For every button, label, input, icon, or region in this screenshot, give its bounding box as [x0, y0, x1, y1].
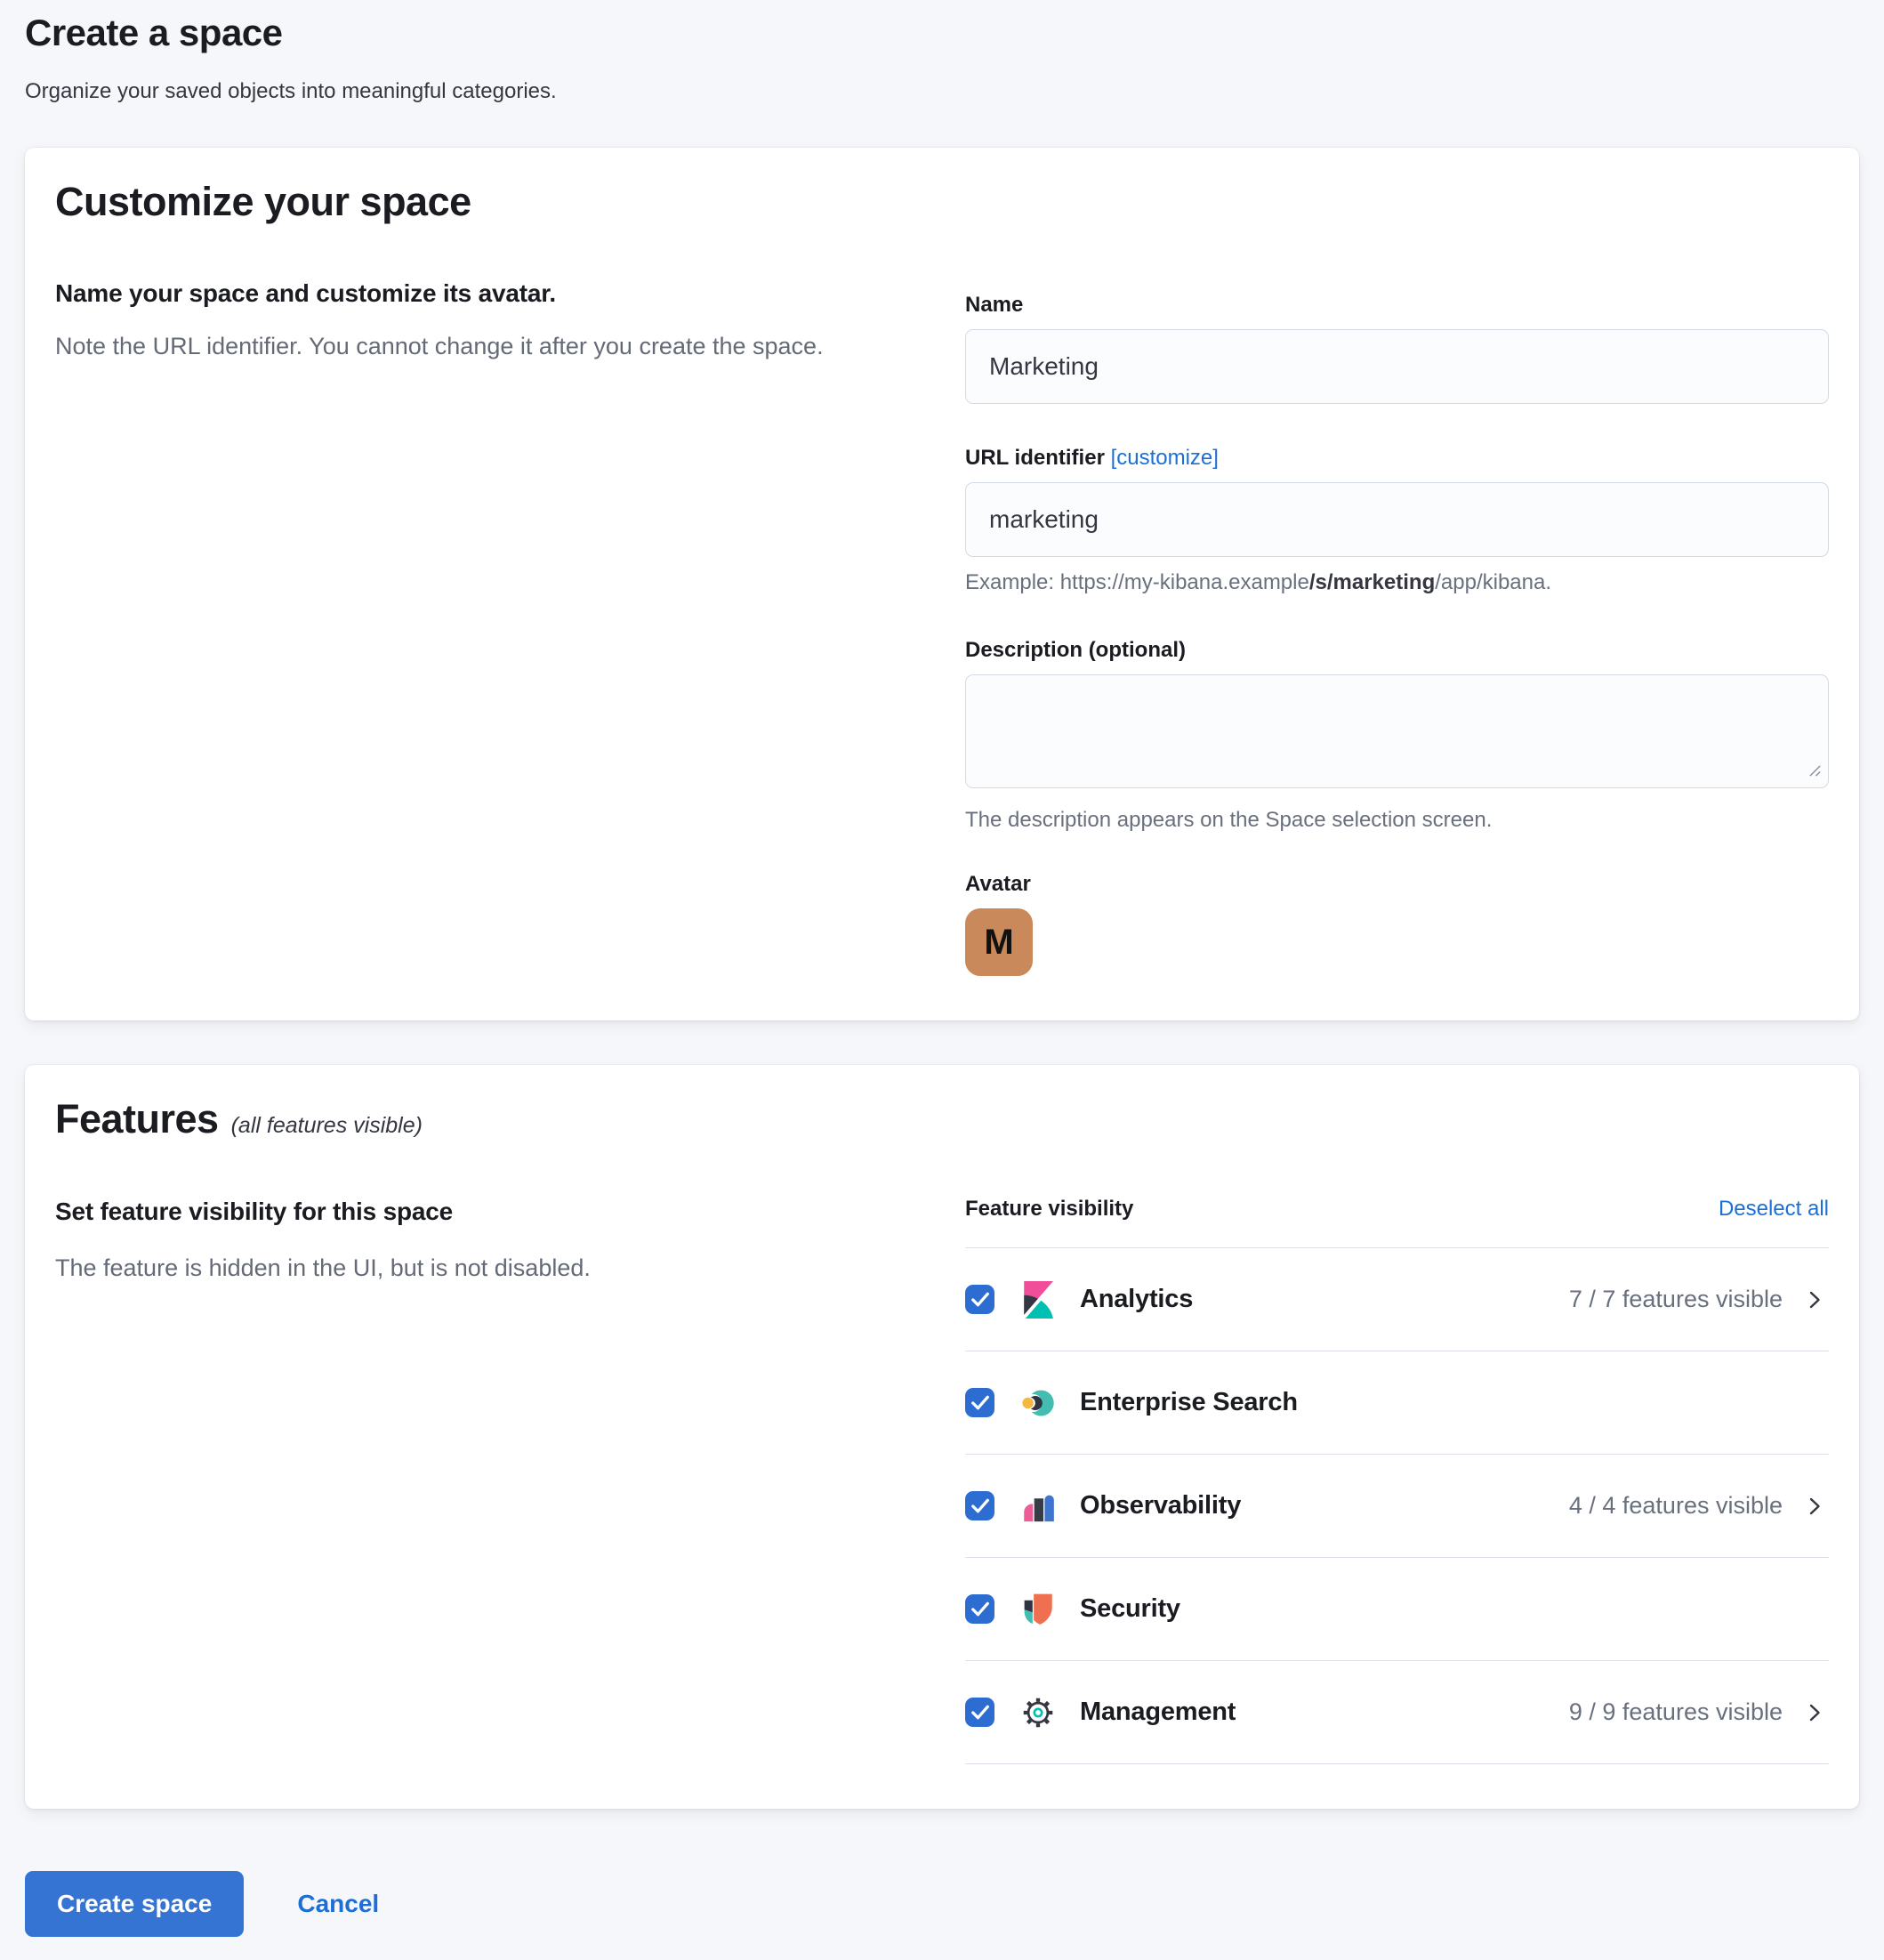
url-identifier-label: URL identifier: [965, 446, 1105, 470]
description-textarea[interactable]: [965, 674, 1829, 788]
check-icon: [965, 1285, 994, 1314]
deselect-all-link[interactable]: Deselect all: [1719, 1196, 1829, 1222]
enterprise-search-logo-icon: [1019, 1384, 1057, 1422]
page-title: Create a space: [25, 11, 1859, 55]
cancel-link[interactable]: Cancel: [297, 1890, 379, 1918]
feature-row[interactable]: Analytics 7 / 7 features visible: [965, 1248, 1829, 1351]
page-header: Create a space Organize your saved objec…: [25, 0, 1859, 105]
check-icon: [965, 1388, 994, 1417]
description-label: Description (optional): [965, 637, 1829, 664]
feature-row[interactable]: Security: [965, 1558, 1829, 1661]
feature-checkbox[interactable]: [965, 1698, 994, 1727]
url-field-group: URL identifier [customize] Example: http…: [965, 445, 1829, 596]
description-help-text: The description appears on the Space sel…: [965, 807, 1829, 834]
feature-label: Management: [1080, 1698, 1569, 1727]
observability-logo-icon: [1019, 1488, 1057, 1525]
feature-checkbox[interactable]: [965, 1594, 994, 1624]
space-name-input[interactable]: [965, 329, 1829, 404]
feature-checkbox[interactable]: [965, 1285, 994, 1314]
description-field-group: Description (optional) The description a…: [965, 637, 1829, 834]
create-space-button[interactable]: Create space: [25, 1871, 244, 1937]
space-avatar[interactable]: M: [965, 908, 1033, 976]
url-identifier-input[interactable]: [965, 482, 1829, 557]
check-icon: [965, 1594, 994, 1624]
name-label: Name: [965, 292, 1829, 319]
customize-url-link[interactable]: [customize]: [1111, 446, 1219, 470]
feature-count: 7 / 7 features visible: [1569, 1286, 1783, 1313]
customize-space-card: Customize your space Name your space and…: [25, 148, 1859, 1020]
feature-count: 9 / 9 features visible: [1569, 1698, 1783, 1726]
features-section-heading: Set feature visibility for this space: [55, 1196, 912, 1228]
feature-list-header: Feature visibility Deselect all: [965, 1196, 1829, 1248]
avatar-group: Avatar M: [965, 871, 1829, 976]
footer-actions: Create space Cancel: [25, 1871, 1859, 1937]
check-icon: [965, 1698, 994, 1727]
feature-label: Observability: [1080, 1491, 1569, 1520]
features-section-note: The feature is hidden in the UI, but is …: [55, 1253, 912, 1283]
feature-list: Analytics 7 / 7 features visible Enterpr…: [965, 1248, 1829, 1764]
url-help-suffix: /app/kibana.: [1435, 570, 1551, 594]
feature-row[interactable]: Management 9 / 9 features visible: [965, 1661, 1829, 1764]
feature-visibility-label: Feature visibility: [965, 1196, 1133, 1222]
feature-count: 4 / 4 features visible: [1569, 1492, 1783, 1520]
chevron-right-icon[interactable]: [1800, 1286, 1829, 1314]
security-logo-icon: [1019, 1591, 1057, 1628]
feature-label: Analytics: [1080, 1285, 1569, 1314]
page-subtitle: Organize your saved objects into meaning…: [25, 78, 1859, 105]
features-card-title: Features: [55, 1096, 219, 1141]
customize-card-title: Customize your space: [55, 178, 1829, 226]
feature-label: Security: [1080, 1594, 1783, 1624]
kibana-logo-icon: [1019, 1281, 1057, 1319]
feature-row[interactable]: Observability 4 / 4 features visible: [965, 1455, 1829, 1558]
customize-section-note: Note the URL identifier. You cannot chan…: [55, 331, 912, 361]
chevron-right-icon[interactable]: [1800, 1698, 1829, 1727]
resize-handle-icon[interactable]: [1808, 764, 1822, 782]
url-help-text: Example: https://my-kibana.example/s/mar…: [965, 569, 1829, 596]
management-logo-icon: [1019, 1694, 1057, 1731]
chevron-right-icon[interactable]: [1800, 1492, 1829, 1520]
feature-checkbox[interactable]: [965, 1491, 994, 1520]
feature-label: Enterprise Search: [1080, 1388, 1783, 1417]
feature-checkbox[interactable]: [965, 1388, 994, 1417]
name-field-group: Name: [965, 292, 1829, 404]
url-help-bold: /s/marketing: [1309, 570, 1435, 594]
avatar-label: Avatar: [965, 871, 1829, 898]
url-help-prefix: Example: https://my-kibana.example: [965, 570, 1309, 594]
check-icon: [965, 1491, 994, 1520]
features-card: Features (all features visible) Set featu…: [25, 1065, 1859, 1809]
features-title-note: (all features visible): [231, 1113, 423, 1138]
feature-row[interactable]: Enterprise Search: [965, 1351, 1829, 1455]
customize-section-heading: Name your space and customize its avatar…: [55, 278, 912, 310]
